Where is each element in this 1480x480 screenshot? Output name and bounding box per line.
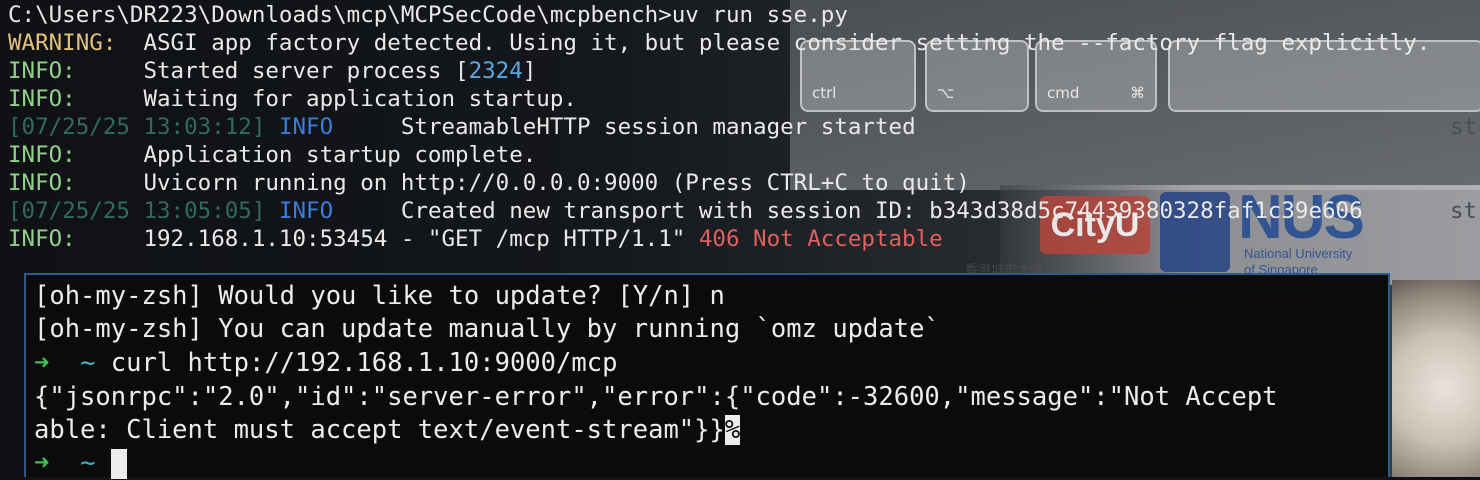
response-line: able: Client must accept text/event-stre… — [34, 415, 741, 445]
command-line: C:\Users\DR223\Downloads\mcp\MCPSecCode\… — [8, 2, 848, 28]
no-newline-marker: % — [724, 415, 741, 445]
terminal-line: [oh-my-zsh] Would you like to update? [Y… — [34, 281, 725, 311]
log-line: INFO: Uvicorn running on http://0.0.0.0:… — [8, 170, 970, 196]
prompt-dir: ~ — [80, 448, 96, 478]
log-line-trail: str — [1450, 114, 1480, 140]
response-line: {"jsonrpc":"2.0","id":"server-error","er… — [34, 382, 1278, 412]
prompt-dir: ~ — [80, 348, 96, 378]
log-line-request: INFO: 192.168.1.10:53454 - "GET /mcp HTT… — [8, 226, 943, 252]
log-line-warning: WARNING: ASGI app factory detected. Usin… — [8, 30, 1431, 56]
log-line-timestamped: [07/25/25 13:03:12] INFO StreamableHTTP … — [8, 114, 916, 140]
log-line-timestamped: [07/25/25 13:05:05] INFO Created new tra… — [8, 198, 1363, 224]
terminal-line: [oh-my-zsh] You can update manually by r… — [34, 314, 940, 344]
plush-toy-photo — [1392, 280, 1480, 477]
active-prompt-line[interactable]: ➜ ~ — [34, 447, 127, 480]
text-cursor[interactable] — [110, 449, 127, 479]
prompt-line: ➜ ~ curl http://192.168.1.10:9000/mcp — [34, 348, 618, 378]
log-line: INFO: Application startup complete. — [8, 142, 537, 168]
log-line-trail: str — [1450, 198, 1480, 224]
prompt-arrow-icon: ➜ — [34, 448, 50, 478]
client-terminal-window[interactable]: [oh-my-zsh] Would you like to update? [Y… — [24, 273, 1390, 480]
prompt-arrow-icon: ➜ — [34, 348, 50, 378]
log-line: INFO: Waiting for application startup. — [8, 86, 577, 112]
status-error: 406 Not Acceptable — [698, 226, 943, 252]
log-line: INFO: Started server process [2324] — [8, 58, 537, 84]
